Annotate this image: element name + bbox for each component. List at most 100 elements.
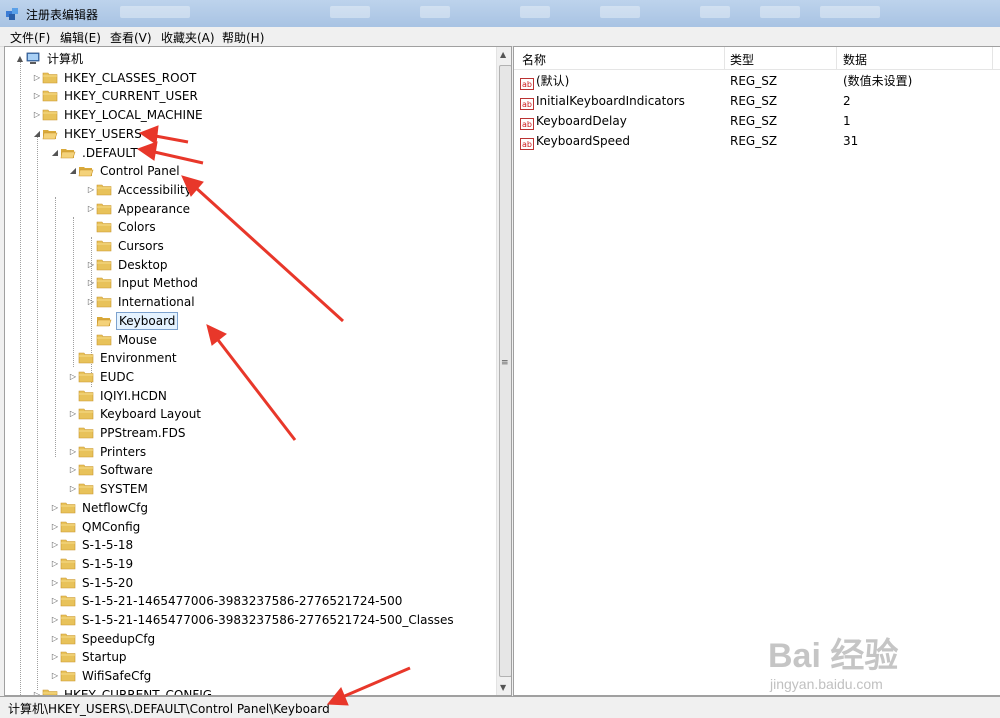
expand-arrow-icon[interactable]: ▷ [32, 69, 42, 87]
expand-arrow-icon[interactable]: ▷ [32, 106, 42, 124]
expand-arrow-icon[interactable]: ▷ [50, 667, 60, 685]
menu-favorites[interactable]: 收藏夹(A) [161, 29, 215, 46]
tree-node[interactable]: Environment [68, 349, 179, 367]
tree-node[interactable]: ▷ EUDC [68, 368, 136, 386]
tree-node-label[interactable]: SpeedupCfg [80, 630, 157, 648]
expand-arrow-icon[interactable]: ▷ [32, 686, 42, 695]
tree-node[interactable]: ▷ QMConfig [50, 518, 142, 536]
tree-node[interactable]: ▷ Input Method [86, 274, 200, 292]
menu-view[interactable]: 查看(V) [110, 29, 152, 46]
expand-arrow-icon[interactable]: ▷ [32, 87, 42, 105]
column-divider[interactable] [992, 47, 993, 69]
value-row[interactable]: ab KeyboardSpeed REG_SZ 31 [514, 131, 1000, 151]
expand-arrow-icon[interactable]: ▷ [50, 499, 60, 517]
expand-arrow-icon[interactable]: ▷ [50, 536, 60, 554]
tree-node[interactable]: ◢ HKEY_USERS [32, 125, 144, 143]
tree-node[interactable]: ▷ Accessibility [86, 181, 194, 199]
tree-node[interactable]: Cursors [86, 237, 166, 255]
expand-arrow-icon[interactable]: ▷ [50, 518, 60, 536]
tree-node-label[interactable]: Printers [98, 443, 148, 461]
tree-node-label[interactable]: NetflowCfg [80, 499, 150, 517]
tree-node[interactable]: ▷ S-1-5-21-1465477006-3983237586-27765217… [50, 611, 456, 629]
tree-node-label[interactable]: Keyboard Layout [98, 405, 203, 423]
tree-node[interactable]: ▲ 计算机 [15, 50, 85, 68]
tree-node[interactable]: ▷ SYSTEM [68, 480, 150, 498]
tree-node-label[interactable]: Environment [98, 349, 179, 367]
tree-node-label[interactable]: S-1-5-19 [80, 555, 135, 573]
scroll-down-icon[interactable]: ▼ [500, 683, 506, 692]
registry-tree[interactable]: ▲ 计算机 ▷ HKEY_CLASSES_ROOT ▷ HKEY_CURRENT_USER… [4, 46, 512, 696]
tree-node[interactable]: PPStream.FDS [68, 424, 187, 442]
value-row[interactable]: ab (默认) REG_SZ (数值未设置) [514, 71, 1000, 91]
expand-arrow-icon[interactable]: ▷ [68, 443, 78, 461]
values-list[interactable]: 名称 类型 数据 ab (默认) REG_SZ (数值未设置) ab InitialKey… [513, 46, 1000, 696]
tree-node-label[interactable]: Control Panel [98, 162, 182, 180]
expand-arrow-icon[interactable]: ▷ [68, 461, 78, 479]
tree-node-label[interactable]: HKEY_CURRENT_USER [62, 87, 200, 105]
tree-node[interactable]: ▷ Appearance [86, 200, 192, 218]
tree-node-label[interactable]: Software [98, 461, 155, 479]
tree-node-label[interactable]: Accessibility [116, 181, 194, 199]
tree-node[interactable]: ▷ Printers [68, 443, 148, 461]
tree-node[interactable]: ▷ SpeedupCfg [50, 630, 157, 648]
expand-arrow-icon[interactable]: ▷ [86, 181, 96, 199]
tree-node-label[interactable]: 计算机 [45, 50, 85, 68]
tree-node-label[interactable]: Appearance [116, 200, 192, 218]
tree-node-label[interactable]: Input Method [116, 274, 200, 292]
expand-arrow-icon[interactable]: ▷ [50, 574, 60, 592]
tree-node-label[interactable]: Desktop [116, 256, 170, 274]
collapse-arrow-icon[interactable]: ◢ [50, 144, 60, 162]
expand-arrow-icon[interactable]: ▷ [86, 256, 96, 274]
menu-help[interactable]: 帮助(H) [222, 29, 264, 46]
tree-node-label[interactable]: .DEFAULT [80, 144, 140, 162]
tree-node-label[interactable]: Cursors [116, 237, 166, 255]
tree-node[interactable]: ▷ NetflowCfg [50, 499, 150, 517]
menu-file[interactable]: 文件(F) [10, 29, 50, 46]
tree-node-label[interactable]: HKEY_LOCAL_MACHINE [62, 106, 205, 124]
tree-node-label[interactable]: IQIYI.HCDN [98, 387, 169, 405]
tree-node[interactable]: ◢ .DEFAULT [50, 144, 140, 162]
column-header-name[interactable]: 名称 [522, 51, 546, 68]
tree-node[interactable]: Keyboard [86, 311, 179, 330]
expand-arrow-icon[interactable]: ▷ [50, 592, 60, 610]
tree-node[interactable]: ▷ HKEY_LOCAL_MACHINE [32, 106, 205, 124]
tree-node-label[interactable]: Keyboard [116, 311, 179, 330]
column-header-data[interactable]: 数据 [843, 51, 867, 68]
tree-node[interactable]: ▷ S-1-5-18 [50, 536, 135, 554]
column-divider[interactable] [836, 47, 837, 69]
tree-node[interactable]: ▷ Keyboard Layout [68, 405, 203, 423]
tree-node[interactable]: Mouse [86, 331, 159, 349]
expand-arrow-icon[interactable]: ▷ [50, 555, 60, 573]
expand-arrow-icon[interactable]: ▷ [86, 200, 96, 218]
expand-arrow-icon[interactable]: ▷ [86, 274, 96, 292]
tree-node[interactable]: ▷ HKEY_CURRENT_CONFIG [32, 686, 214, 695]
expand-arrow-icon[interactable]: ▷ [50, 611, 60, 629]
tree-node-label[interactable]: PPStream.FDS [98, 424, 187, 442]
tree-node[interactable]: ▷ S-1-5-20 [50, 574, 135, 592]
value-row[interactable]: ab KeyboardDelay REG_SZ 1 [514, 111, 1000, 131]
collapse-arrow-icon[interactable]: ▲ [15, 50, 25, 68]
collapse-arrow-icon[interactable]: ◢ [32, 125, 42, 143]
tree-node-label[interactable]: HKEY_CURRENT_CONFIG [62, 686, 214, 695]
tree-node[interactable]: ▷ Software [68, 461, 155, 479]
collapse-arrow-icon[interactable]: ◢ [68, 162, 78, 180]
expand-arrow-icon[interactable]: ▷ [50, 648, 60, 666]
tree-node-label[interactable]: Colors [116, 218, 158, 236]
value-row[interactable]: ab InitialKeyboardIndicators REG_SZ 2 [514, 91, 1000, 111]
tree-node-label[interactable]: S-1-5-21-1465477006-3983237586-277652172… [80, 611, 456, 629]
expand-arrow-icon[interactable]: ▷ [68, 480, 78, 498]
tree-node[interactable]: ◢ Control Panel [68, 162, 182, 180]
tree-node[interactable]: ▷ WifiSafeCfg [50, 667, 153, 685]
tree-node-label[interactable]: QMConfig [80, 518, 142, 536]
tree-node[interactable]: Colors [86, 218, 158, 236]
expand-arrow-icon[interactable]: ▷ [50, 630, 60, 648]
tree-node-label[interactable]: S-1-5-18 [80, 536, 135, 554]
scrollbar-thumb[interactable] [499, 65, 511, 677]
tree-node[interactable]: ▷ Desktop [86, 256, 170, 274]
tree-node-label[interactable]: Startup [80, 648, 129, 666]
tree-node[interactable]: IQIYI.HCDN [68, 387, 169, 405]
column-header-type[interactable]: 类型 [730, 51, 754, 68]
tree-node-label[interactable]: Mouse [116, 331, 159, 349]
tree-node[interactable]: ▷ International [86, 293, 197, 311]
tree-node-label[interactable]: EUDC [98, 368, 136, 386]
